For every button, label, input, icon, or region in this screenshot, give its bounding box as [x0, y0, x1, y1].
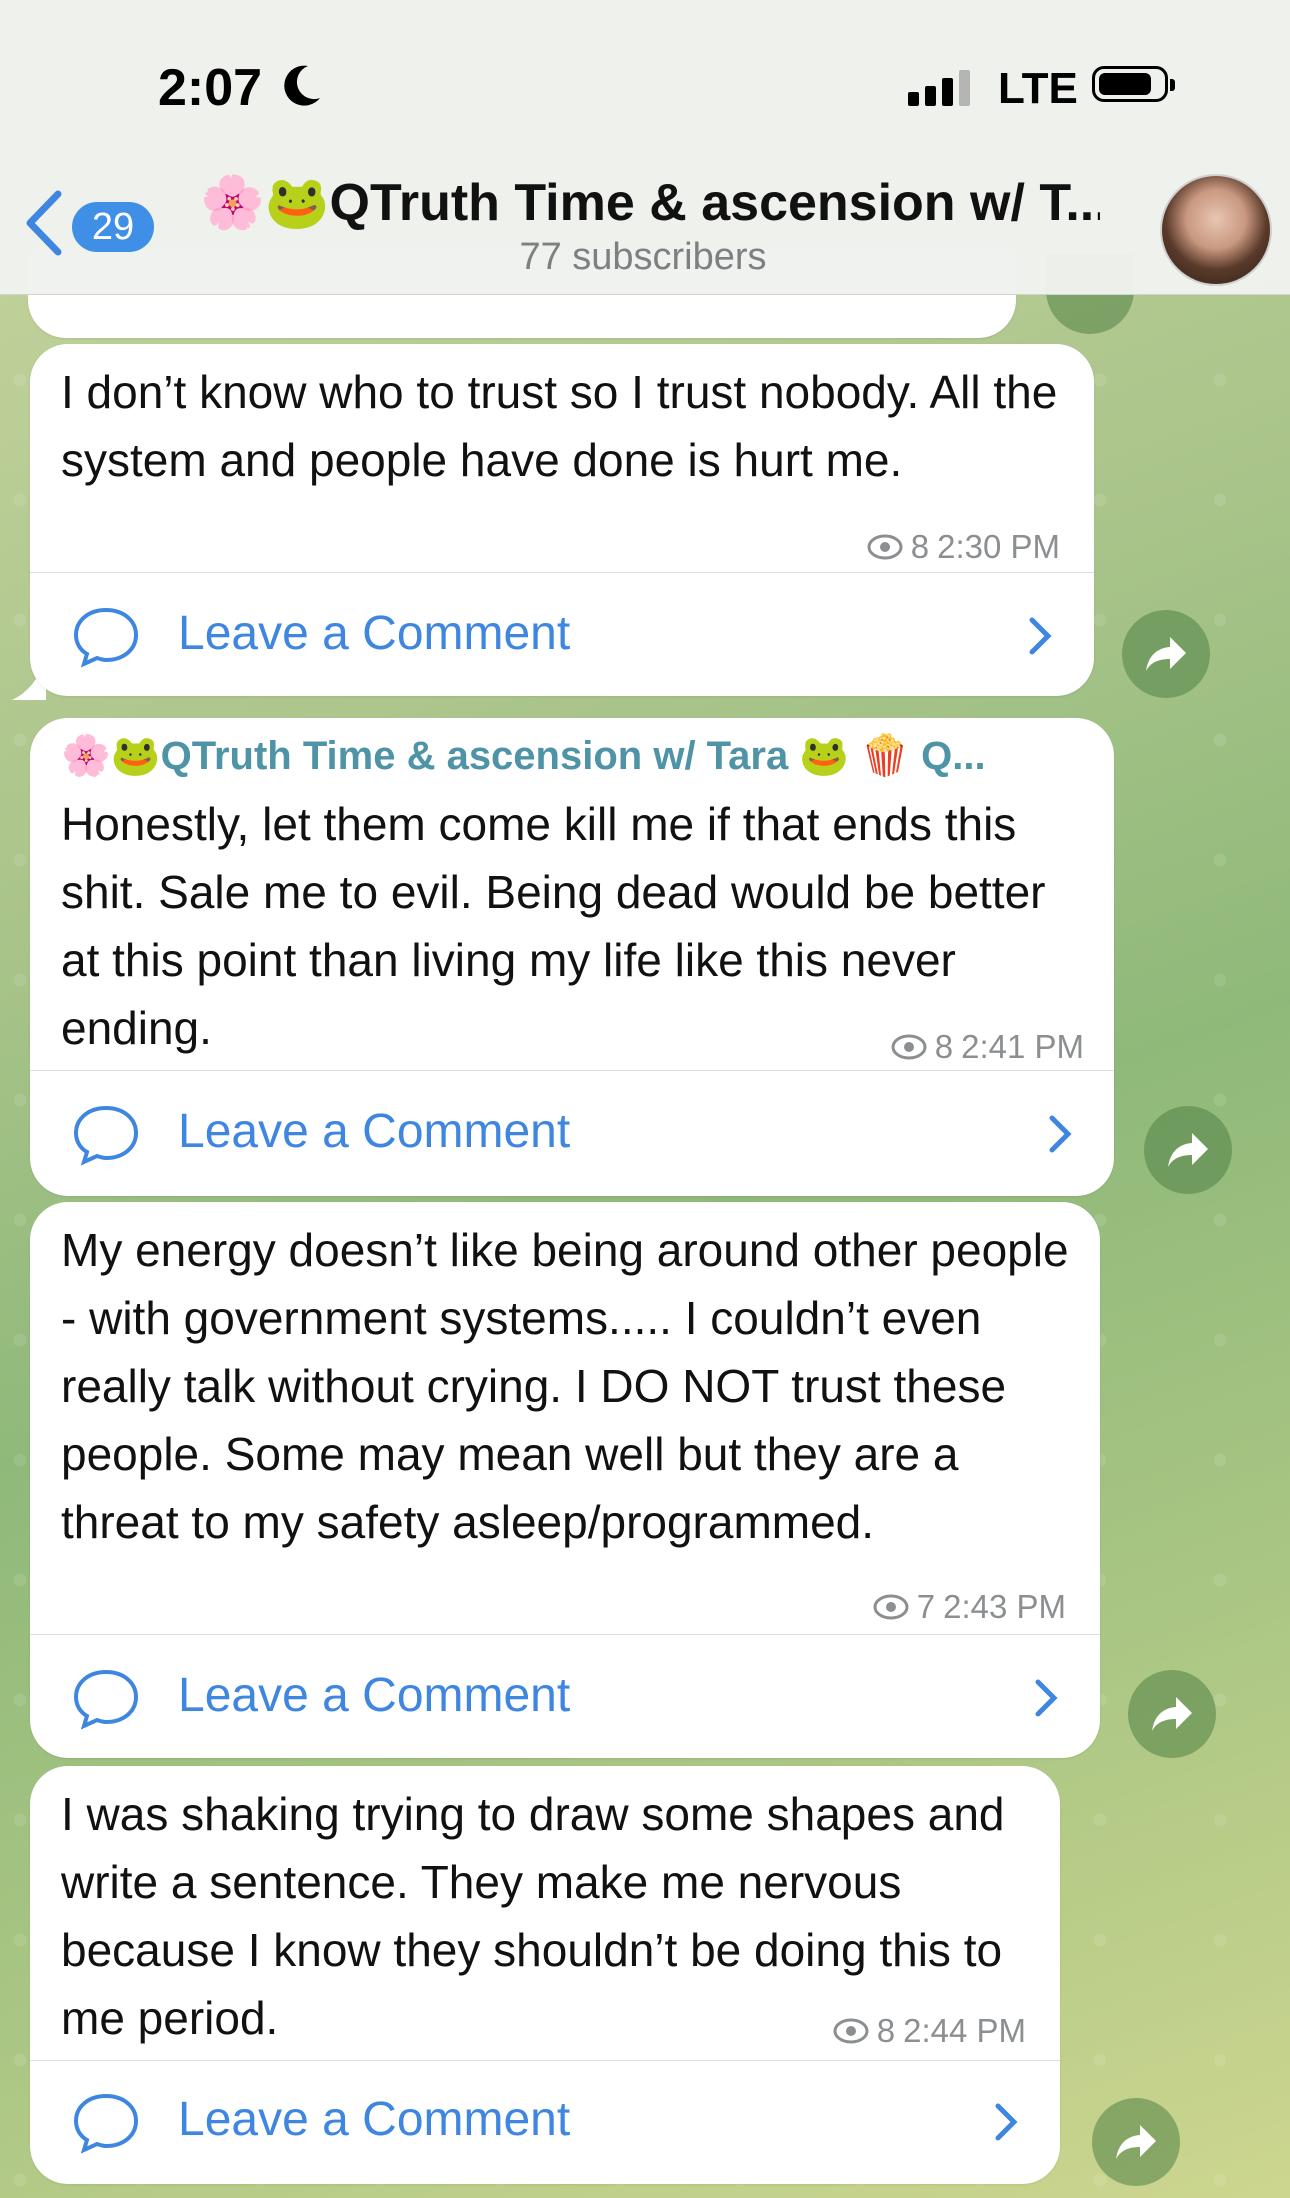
view-count: 8 — [910, 528, 930, 565]
message-text: My energy doesn’t like being around othe… — [61, 1224, 1069, 1548]
network-label: LTE — [998, 64, 1078, 113]
views-eye-icon — [873, 1594, 909, 1620]
divider — [30, 1634, 1100, 1635]
top-bar: 2:07 LTE 29 🌸🐸QTruth Time & ascension w/… — [0, 0, 1290, 295]
share-arrow-icon — [1146, 637, 1186, 671]
chevron-right-icon — [1049, 1115, 1072, 1153]
share-button[interactable] — [1122, 610, 1210, 698]
views-eye-icon — [891, 1034, 927, 1060]
back-chevron-icon[interactable] — [22, 188, 66, 258]
leave-comment-label: Leave a Comment — [178, 1669, 571, 1722]
moon-icon — [284, 65, 320, 106]
leave-comment-label: Leave a Comment — [178, 2093, 571, 2146]
back-unread-badge[interactable]: 29 — [72, 202, 154, 252]
views-eye-icon — [833, 2018, 869, 2044]
share-button[interactable] — [1128, 1670, 1216, 1758]
signal-icon — [908, 70, 970, 106]
message-text: I don’t know who to trust so I trust nob… — [61, 366, 1058, 486]
leave-comment-label: Leave a Comment — [178, 607, 571, 660]
message-time: 2:44 PM — [903, 2012, 1026, 2049]
subscriber-count: 77 subscribers — [519, 236, 767, 278]
message-meta: 8 2:44 PM — [833, 2012, 1026, 2050]
share-arrow-icon — [1152, 1697, 1192, 1731]
leave-comment-button[interactable]: Leave a Comment — [30, 1638, 1100, 1756]
chevron-right-icon — [1035, 1679, 1058, 1717]
message-time: 2:43 PM — [943, 1588, 1066, 1625]
battery-icon — [1092, 66, 1175, 102]
message-text: Honestly, let them come kill me if that … — [61, 798, 1046, 1054]
chevron-right-icon — [1029, 617, 1052, 655]
message-meta: 8 2:41 PM — [891, 1028, 1084, 1066]
status-time: 2:07 — [158, 59, 263, 117]
comment-bubble-icon — [73, 607, 139, 668]
view-count: 7 — [916, 1588, 936, 1625]
comment-bubble-icon — [73, 1105, 139, 1166]
divider — [30, 2060, 1060, 2061]
share-arrow-icon — [1116, 2125, 1156, 2159]
share-button[interactable] — [1092, 2098, 1180, 2186]
divider — [30, 572, 1094, 573]
views-eye-icon — [867, 534, 903, 560]
channel-avatar[interactable] — [1160, 174, 1272, 286]
leave-comment-label: Leave a Comment — [178, 1105, 571, 1158]
message-bubble[interactable]: 🌸🐸QTruth Time & ascension w/ Tara 🐸 🍿 Q.… — [30, 718, 1114, 1196]
leave-comment-button[interactable]: Leave a Comment — [30, 576, 1094, 694]
leave-comment-button[interactable]: Leave a Comment — [30, 1074, 1114, 1192]
view-count: 8 — [934, 1028, 954, 1065]
message-bubble[interactable]: I don’t know who to trust so I trust nob… — [30, 344, 1094, 696]
leave-comment-button[interactable]: Leave a Comment — [30, 2062, 1060, 2180]
message-bubble[interactable]: My energy doesn’t like being around othe… — [30, 1202, 1100, 1758]
message-meta: 7 2:43 PM — [873, 1588, 1066, 1626]
message-meta: 8 2:30 PM — [867, 528, 1060, 566]
channel-title[interactable]: 🌸🐸QTruth Time & ascension w/ T... — [200, 172, 1100, 233]
comment-bubble-icon — [73, 2093, 139, 2154]
message-bubble[interactable]: I was shaking trying to draw some shapes… — [30, 1766, 1060, 2184]
comment-bubble-icon — [73, 1669, 139, 1730]
divider — [30, 1070, 1114, 1071]
message-time: 2:30 PM — [937, 528, 1060, 565]
message-time: 2:41 PM — [961, 1028, 1084, 1065]
share-button[interactable] — [1144, 1106, 1232, 1194]
view-count: 8 — [876, 2012, 896, 2049]
share-arrow-icon — [1168, 1133, 1208, 1167]
forwarded-author[interactable]: 🌸🐸QTruth Time & ascension w/ Tara 🐸 🍿 Q.… — [61, 732, 986, 779]
chevron-right-icon — [995, 2103, 1018, 2141]
